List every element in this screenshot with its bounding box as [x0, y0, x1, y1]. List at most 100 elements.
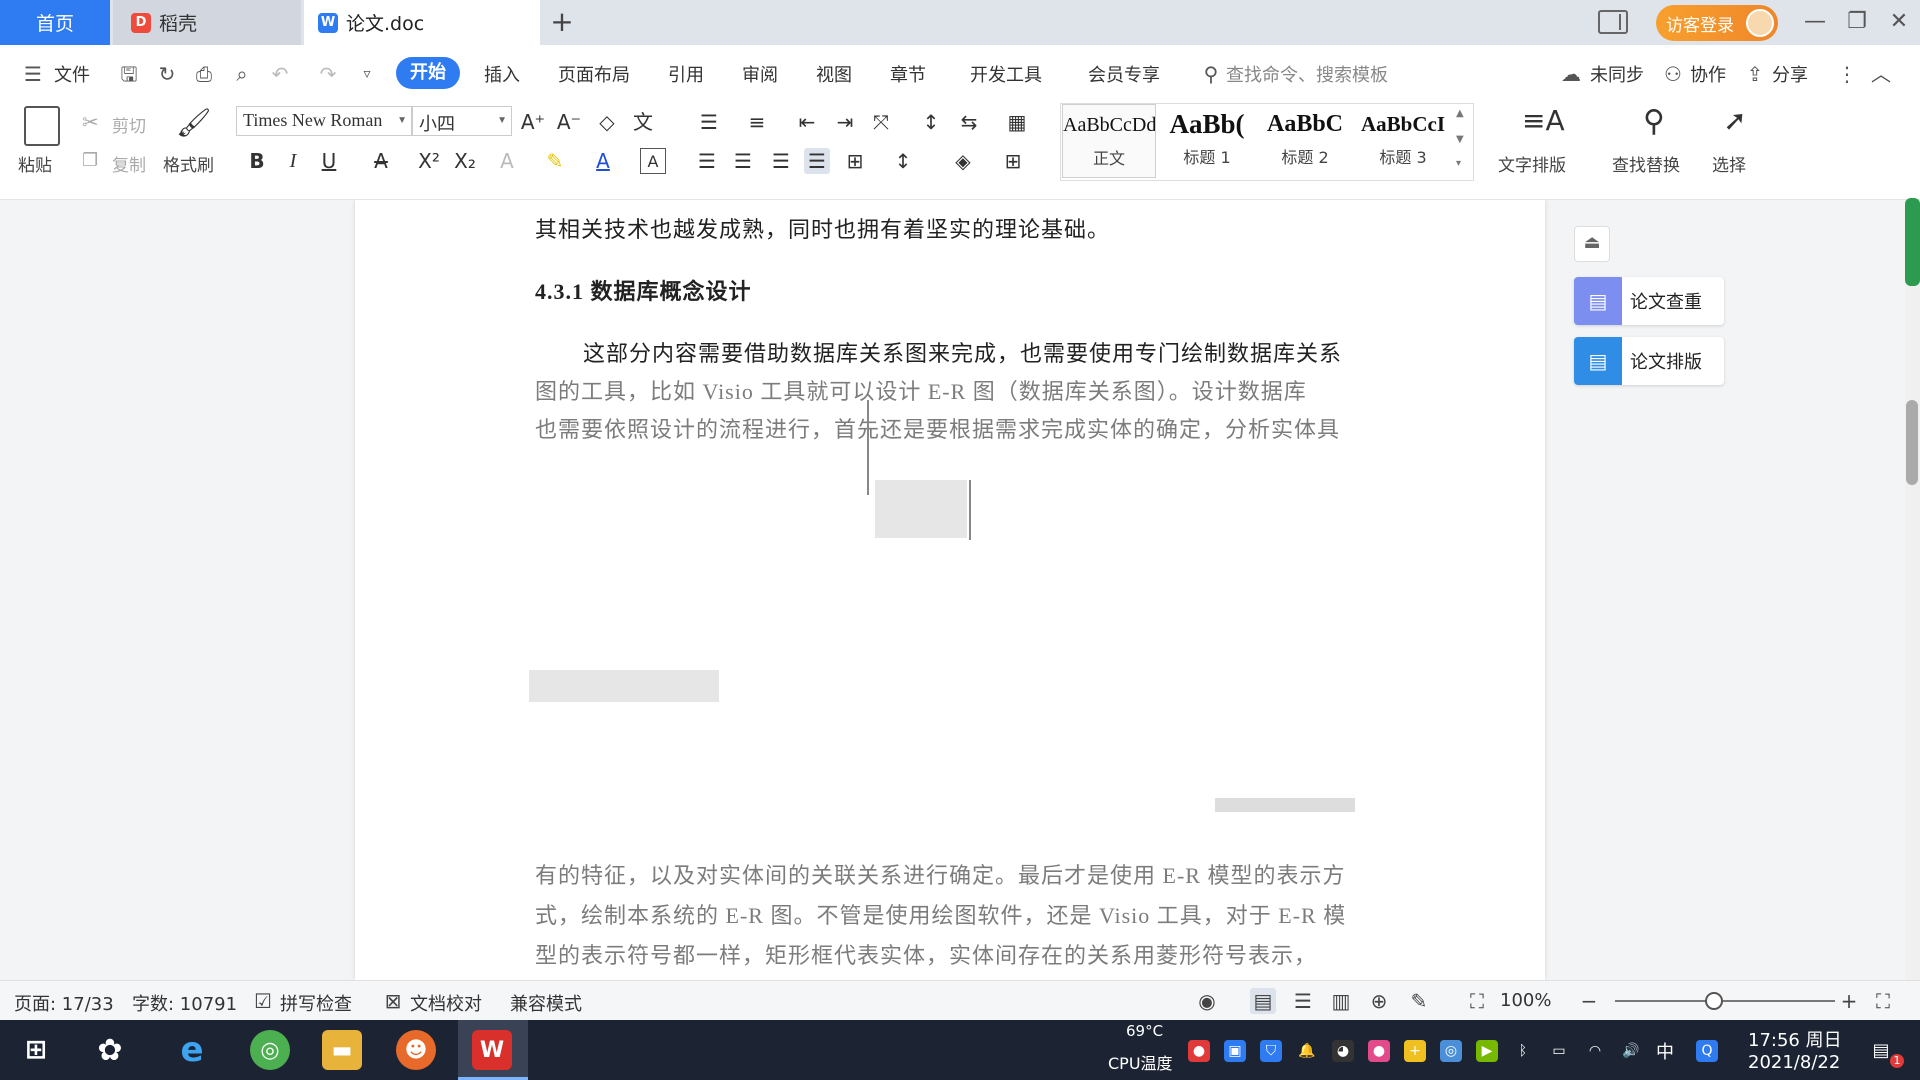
- style-more-icon[interactable]: ▾: [1456, 158, 1461, 169]
- menu-file[interactable]: 文件: [54, 61, 90, 87]
- format-painter-button[interactable]: 格式刷: [163, 151, 214, 176]
- zoom-out-icon[interactable]: −: [1576, 988, 1602, 1014]
- battery-icon[interactable]: ▭: [1548, 1040, 1570, 1062]
- share-button[interactable]: 分享: [1772, 61, 1808, 87]
- fit-page-icon[interactable]: ⛶: [1464, 988, 1490, 1014]
- print-icon[interactable]: ⎙: [193, 63, 215, 85]
- internet-explorer-icon[interactable]: e: [172, 1030, 212, 1070]
- reading-view-icon[interactable]: ▥: [1328, 988, 1354, 1014]
- zoom-level[interactable]: 100%: [1500, 990, 1551, 1011]
- scrollbar-thumb[interactable]: [1906, 400, 1918, 485]
- browser-360-icon[interactable]: ◎: [250, 1030, 290, 1070]
- web-view-icon[interactable]: ⊕: [1366, 988, 1392, 1014]
- underline-icon[interactable]: U: [316, 148, 342, 174]
- word-count[interactable]: 字数: 10791: [132, 990, 237, 1016]
- shrink-font-icon[interactable]: A⁻: [556, 109, 582, 135]
- undo-icon[interactable]: ↶: [269, 63, 291, 85]
- text-effect-icon[interactable]: A: [494, 148, 520, 174]
- copy-button[interactable]: 复制: [112, 151, 146, 176]
- show-marks-icon[interactable]: ⇆: [956, 109, 982, 135]
- style-scroll-up-icon[interactable]: ▲: [1456, 108, 1464, 119]
- clock-time[interactable]: 17:56 周日: [1748, 1026, 1842, 1052]
- bold-icon[interactable]: B: [244, 148, 270, 174]
- distributed-align-icon[interactable]: ⊞: [842, 148, 868, 174]
- clock-date[interactable]: 2021/8/22: [1748, 1052, 1840, 1073]
- file-explorer-icon[interactable]: ▬: [322, 1030, 362, 1070]
- clear-format-icon[interactable]: ◇: [594, 109, 620, 135]
- tab-daoke[interactable]: D 稻壳: [113, 0, 301, 45]
- menu-references[interactable]: 引用: [668, 61, 704, 87]
- chinese-layout-icon[interactable]: ⤧: [868, 109, 894, 135]
- style-heading-1[interactable]: AaBb( 标题 1: [1160, 104, 1254, 178]
- strikethrough-icon[interactable]: A: [368, 148, 394, 174]
- align-center-icon[interactable]: ☰: [730, 148, 756, 174]
- collapse-panel-button[interactable]: ⏏: [1574, 226, 1610, 262]
- menu-review[interactable]: 审阅: [742, 61, 778, 87]
- cut-button[interactable]: 剪切: [112, 112, 146, 137]
- character-border-icon[interactable]: A: [640, 148, 666, 174]
- menu-member[interactable]: 会员专享: [1088, 61, 1160, 87]
- fan-app-icon[interactable]: ✿: [90, 1030, 130, 1070]
- font-name-select[interactable]: Times New Roman ▼: [236, 106, 412, 136]
- text-layout-icon[interactable]: ≡A: [1522, 104, 1565, 144]
- proofread-button[interactable]: 文档校对: [410, 990, 482, 1016]
- increase-indent-icon[interactable]: ⇥: [832, 109, 858, 135]
- write-mode-icon[interactable]: ✎: [1406, 988, 1432, 1014]
- close-button[interactable]: ✕: [1884, 8, 1914, 38]
- numbered-list-icon[interactable]: ≡: [744, 109, 770, 135]
- minimize-button[interactable]: —: [1800, 8, 1830, 38]
- save-icon[interactable]: 🖫: [118, 63, 140, 85]
- collaborate-button[interactable]: 协作: [1690, 61, 1726, 87]
- subscript-icon[interactable]: X₂: [452, 148, 478, 174]
- media-app-icon[interactable]: ☻: [396, 1030, 436, 1070]
- spell-check-button[interactable]: 拼写检查: [280, 990, 352, 1016]
- style-normal[interactable]: AaBbCcDd 正文: [1062, 104, 1156, 178]
- font-size-select[interactable]: 小四 ▼: [412, 106, 512, 136]
- hamburger-menu-icon[interactable]: ☰: [22, 63, 44, 85]
- align-right-icon[interactable]: ☰: [768, 148, 794, 174]
- paste-button[interactable]: 粘贴: [18, 151, 52, 176]
- window-layout-icon[interactable]: [1598, 10, 1628, 34]
- select-cursor-icon[interactable]: ➚: [1720, 104, 1750, 144]
- menu-view[interactable]: 视图: [816, 61, 852, 87]
- visitor-login-button[interactable]: 访客登录: [1656, 5, 1778, 41]
- menu-chapter[interactable]: 章节: [890, 61, 926, 87]
- new-tab-button[interactable]: +: [545, 6, 579, 40]
- document-page[interactable]: 其相关技术也越发成熟，同时也拥有着坚实的理论基础。 4.3.1 数据库概念设计 …: [355, 200, 1545, 980]
- ruler-icon[interactable]: ▦: [1004, 109, 1030, 135]
- nvidia-icon[interactable]: ▶: [1476, 1040, 1498, 1062]
- command-search-input[interactable]: 查找命令、搜索模板: [1226, 61, 1388, 87]
- more-options-icon[interactable]: ⋮: [1836, 63, 1858, 85]
- page-view-icon[interactable]: ▤: [1250, 988, 1276, 1014]
- text-layout-button[interactable]: 文字排版: [1498, 151, 1566, 176]
- menu-insert[interactable]: 插入: [484, 61, 520, 87]
- search-app-icon[interactable]: Q: [1696, 1040, 1718, 1062]
- quick-access-more-icon[interactable]: ▿: [356, 63, 378, 85]
- select-button[interactable]: 选择: [1712, 151, 1746, 176]
- decrease-indent-icon[interactable]: ⇤: [794, 109, 820, 135]
- thesis-layout-button[interactable]: ▤ 论文排版: [1574, 337, 1724, 385]
- tab-document[interactable]: W 论文.doc: [304, 0, 540, 45]
- font-color-icon[interactable]: A: [590, 148, 616, 174]
- bluetooth-icon[interactable]: ᛒ: [1512, 1040, 1534, 1062]
- menu-start[interactable]: 开始: [396, 57, 460, 89]
- print-preview-icon[interactable]: ⌕: [231, 63, 253, 85]
- find-replace-button[interactable]: 查找替换: [1612, 151, 1680, 176]
- vertical-scrollbar[interactable]: [1905, 200, 1920, 980]
- input-method-indicator[interactable]: 中: [1656, 1038, 1674, 1064]
- outline-view-icon[interactable]: ☰: [1290, 988, 1316, 1014]
- menu-page-layout[interactable]: 页面布局: [558, 61, 630, 87]
- tray-app-icon[interactable]: ◎: [1440, 1040, 1462, 1062]
- align-left-icon[interactable]: ☰: [694, 148, 720, 174]
- format-painter-icon[interactable]: 🖌: [176, 106, 212, 144]
- page-indicator[interactable]: 页面: 17/33: [14, 990, 114, 1016]
- paste-icon[interactable]: [24, 106, 60, 146]
- unsynced-button[interactable]: 未同步: [1590, 61, 1644, 87]
- zoom-slider[interactable]: [1615, 1000, 1835, 1002]
- save-cloud-icon[interactable]: ↻: [156, 63, 178, 85]
- style-heading-3[interactable]: AaBbCcI 标题 3: [1356, 104, 1450, 178]
- menu-developer[interactable]: 开发工具: [970, 61, 1042, 87]
- action-center-icon[interactable]: ▤: [1870, 1040, 1892, 1062]
- eye-protection-icon[interactable]: ◉: [1194, 988, 1220, 1014]
- bullet-list-icon[interactable]: ☰: [696, 109, 722, 135]
